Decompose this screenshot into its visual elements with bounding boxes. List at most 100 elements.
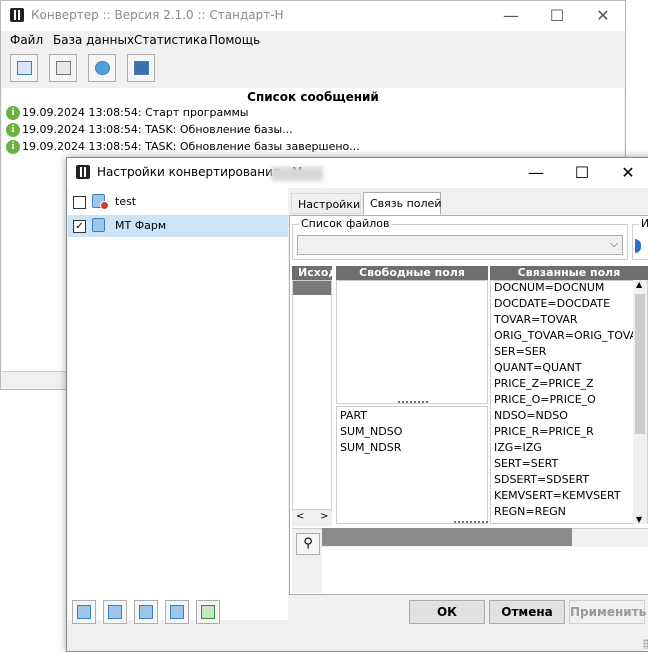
splitter-handle[interactable]: [454, 521, 488, 526]
file-list-label: Список файлов: [299, 217, 392, 230]
list-item[interactable]: QUANT=QUANT: [494, 361, 582, 377]
list-item[interactable]: SERT=SERT: [494, 457, 558, 473]
refresh-icon: [95, 61, 110, 75]
info-icon: i: [6, 140, 20, 154]
list-item[interactable]: PRICE_O=PRICE_O: [494, 393, 596, 409]
message-text: 19.09.2024 13:08:54: TASK: Обновление ба…: [22, 140, 360, 153]
remove-database-button[interactable]: [103, 600, 127, 624]
monitor-icon: [134, 61, 149, 75]
free-fields-list[interactable]: PART SUM_NDSO SUM_NDSR: [336, 406, 488, 524]
source-selected-row[interactable]: [293, 281, 331, 295]
menu-help[interactable]: Помощь: [209, 33, 260, 47]
edit-database-button[interactable]: [134, 600, 158, 624]
linked-fields-header: Связанные поля: [490, 266, 648, 280]
database-edit-icon: [139, 605, 153, 619]
dialog-titlebar: Настройки конвертирования - М — ☐ ✕: [67, 158, 648, 188]
database-add-icon: [77, 605, 91, 619]
field-links-tab-panel: Список файлов ⌵ И Исход < > Свободные по…: [289, 215, 648, 595]
dialog-close-button[interactable]: ✕: [605, 158, 648, 188]
tree-item-label: МТ Фарм: [115, 219, 167, 232]
list-item[interactable]: DOCNUM=DOCNUM: [494, 281, 604, 297]
tree-item-label: test: [115, 195, 137, 208]
list-item[interactable]: SER=SER: [494, 345, 546, 361]
minimize-button[interactable]: —: [488, 1, 534, 31]
main-titlebar: Конвертер :: Версия 2.1.0 :: Стандарт-Н …: [1, 1, 625, 31]
scroll-down-button[interactable]: ▼: [636, 515, 642, 524]
source-hscroll[interactable]: < >: [292, 510, 332, 526]
list-item[interactable]: IZG=IZG: [494, 441, 542, 457]
close-button[interactable]: ✕: [580, 1, 626, 31]
menu-statistics[interactable]: Статистика: [134, 33, 208, 47]
search-area: ⚲: [292, 528, 648, 593]
search-input[interactable]: [322, 528, 572, 546]
import-settings-button[interactable]: [196, 600, 220, 624]
cancel-button[interactable]: Отмена: [489, 600, 565, 624]
tab-settings[interactable]: Настройки: [291, 193, 361, 214]
app-logo-icon: [10, 8, 24, 22]
list-item[interactable]: DOCDATE=DOCDATE: [494, 297, 610, 313]
dialog-minimize-button[interactable]: —: [513, 158, 559, 188]
main-window-title: Конвертер :: Версия 2.1.0 :: Стандарт-Н: [31, 8, 284, 22]
main-toolbar: [1, 51, 625, 90]
maximize-button[interactable]: ☐: [534, 1, 580, 31]
search-button[interactable]: ⚲: [296, 533, 320, 555]
redacted-area: [271, 167, 323, 181]
database-remove-icon: [108, 605, 122, 619]
tab-field-links[interactable]: Связь полей: [363, 192, 441, 215]
list-item[interactable]: TOVAR=TOVAR: [494, 313, 578, 329]
scroll-left-button[interactable]: <: [296, 511, 304, 522]
info-icon: i: [6, 106, 20, 120]
list-item[interactable]: SDSERT=SDSERT: [494, 473, 589, 489]
linked-fields-list[interactable]: DOCNUM=DOCNUM DOCDATE=DOCDATE TOVAR=TOVAR O…: [490, 280, 648, 524]
message-text: 19.09.2024 13:08:54: TASK: Обновление ба…: [22, 123, 293, 136]
side-indicator-icon: [635, 239, 641, 253]
side-group: И: [632, 217, 648, 260]
list-item[interactable]: NDSO=NDSO: [494, 409, 568, 425]
list-item[interactable]: KEMVSERT=KEMVSERT: [494, 489, 621, 505]
tree-item-checkbox[interactable]: [73, 196, 86, 209]
database-icon: [92, 218, 105, 232]
menu-file[interactable]: Файл: [10, 33, 43, 47]
windows-icon: [56, 61, 71, 75]
file-list-group: Список файлов ⌵: [292, 217, 628, 260]
scroll-up-button[interactable]: ▲: [636, 280, 642, 289]
file-list-combo[interactable]: ⌵: [297, 235, 623, 255]
free-fields-header: Свободные поля: [336, 266, 488, 280]
import-button[interactable]: [10, 54, 38, 82]
list-item[interactable]: PRICE_Z=PRICE_Z: [494, 377, 594, 393]
list-item[interactable]: SUM_NDSR: [340, 441, 401, 457]
resize-grip[interactable]: [643, 639, 648, 649]
import-icon: [17, 61, 32, 75]
linked-fields-scrollbar[interactable]: ▲ ▼: [633, 280, 647, 524]
source-list[interactable]: [292, 280, 332, 510]
copy-database-button[interactable]: [165, 600, 189, 624]
database-copy-icon: [170, 605, 184, 619]
menu-database[interactable]: База данных: [53, 33, 134, 47]
tree-item-test[interactable]: test: [68, 191, 288, 213]
add-database-button[interactable]: [72, 600, 96, 624]
message-row: i 19.09.2024 13:08:54: TASK: Обновление б…: [6, 140, 360, 156]
list-item[interactable]: PRICE_R=PRICE_R: [494, 425, 594, 441]
source-column-header: Исход: [292, 266, 337, 280]
info-icon: i: [6, 123, 20, 137]
tree-item-checkbox[interactable]: ✓: [73, 220, 86, 233]
database-icon: [92, 194, 109, 210]
windows-button[interactable]: [49, 54, 77, 82]
dialog-logo-icon: [76, 165, 90, 179]
monitor-button[interactable]: [127, 54, 155, 82]
scroll-right-button[interactable]: >: [320, 511, 328, 522]
search-results: [322, 547, 648, 593]
dialog-maximize-button[interactable]: ☐: [559, 158, 605, 188]
list-item[interactable]: REGN=REGN: [494, 505, 566, 521]
list-item[interactable]: PART: [340, 409, 367, 425]
free-fields-top-list[interactable]: [336, 280, 488, 404]
refresh-button[interactable]: [88, 54, 116, 82]
list-item[interactable]: SUM_NDSO: [340, 425, 402, 441]
settings-dialog: Настройки конвертирования - М — ☐ ✕ test…: [66, 157, 648, 652]
scroll-thumb[interactable]: [635, 294, 645, 434]
message-row: i 19.09.2024 13:08:54: Старт программы: [6, 106, 249, 122]
ok-button[interactable]: ОК: [409, 600, 485, 624]
list-item[interactable]: ORIG_TOVAR=ORIG_TOVAR: [494, 329, 645, 345]
tree-item-mt-farm[interactable]: ✓ МТ Фарм: [68, 215, 288, 237]
apply-button[interactable]: Применить: [569, 600, 646, 624]
